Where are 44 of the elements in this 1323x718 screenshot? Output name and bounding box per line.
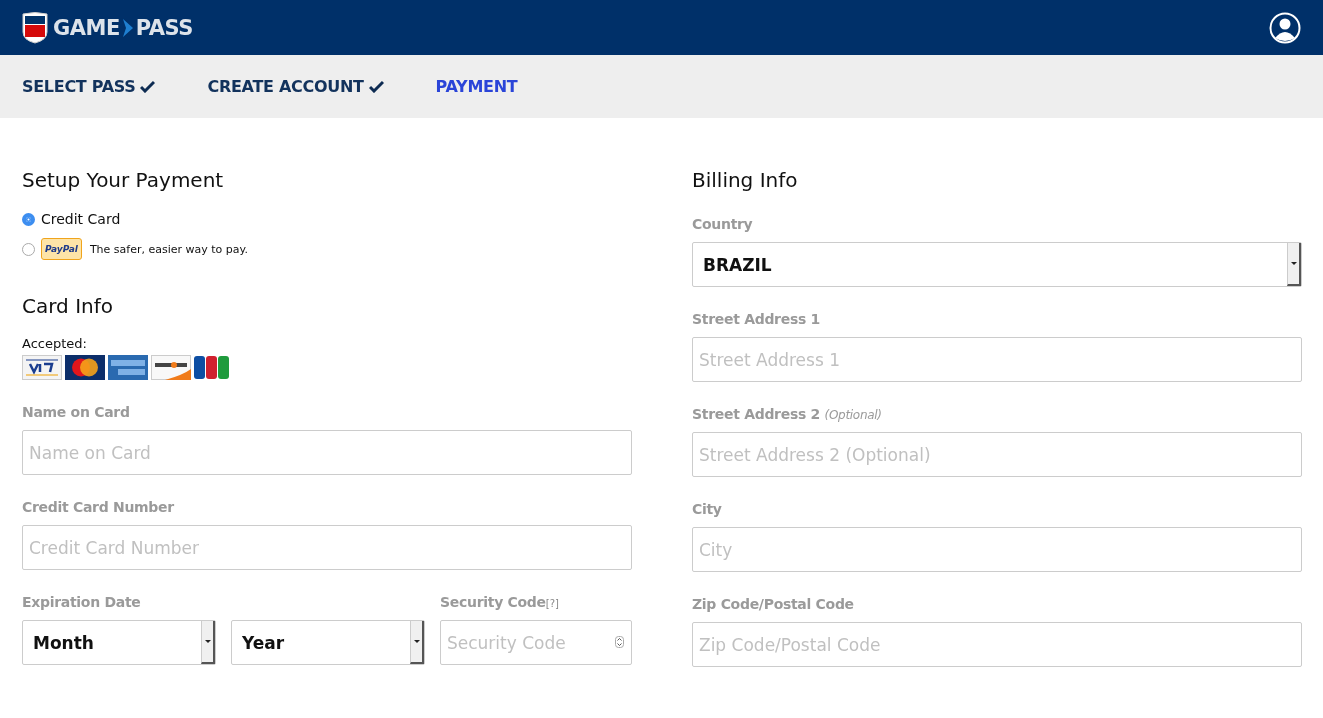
spinner-icon: [615, 636, 624, 648]
step-tab[interactable]: SELECT PASS: [22, 77, 156, 96]
chevron-icon: [122, 18, 133, 37]
step-tab[interactable]: PAYMENT: [435, 77, 518, 96]
shield-icon: [22, 11, 48, 44]
radio-button[interactable]: [22, 212, 35, 226]
field-label: Credit Card Number: [22, 499, 175, 515]
input-field[interactable]: Street Address 1: [692, 337, 1302, 382]
field-label: Street Address 1: [692, 311, 821, 327]
section-title: Setup Your Payment: [22, 168, 225, 192]
input-field[interactable]: Credit Card Number: [22, 525, 632, 570]
section-title: Card Info: [22, 294, 114, 318]
field-label: Zip Code/Postal Code: [692, 596, 855, 612]
field-label: Security Code: [440, 594, 546, 610]
caret-icon: [204, 640, 211, 643]
input-field[interactable]: Security Code: [440, 620, 632, 665]
field-label: City: [692, 501, 723, 517]
dropdown[interactable]: Year: [231, 620, 425, 665]
field-label: Name on Card: [22, 404, 131, 420]
dropdown[interactable]: BRAZIL: [692, 242, 1302, 287]
caret-icon: [1290, 262, 1297, 265]
mastercard-icon: [65, 355, 105, 380]
radio-label: Credit Card: [41, 211, 121, 227]
help-link[interactable]: [?]: [545, 598, 559, 609]
accepted-label: Accepted:: [22, 336, 88, 351]
check-icon: [368, 80, 384, 93]
caret-icon: [413, 640, 420, 643]
input-field[interactable]: Zip Code/Postal Code: [692, 622, 1302, 667]
section-title: Billing Info: [692, 168, 799, 192]
dropdown[interactable]: Month: [22, 620, 216, 665]
field-label: Street Address 2 (Optional): [692, 406, 883, 422]
radio-label: The safer, easier way to pay.: [89, 242, 248, 256]
input-field[interactable]: Name on Card: [22, 430, 632, 475]
step-tab[interactable]: CREATE ACCOUNT: [207, 77, 384, 96]
input-field[interactable]: City: [692, 527, 1302, 572]
input-field[interactable]: Street Address 2 (Optional): [692, 432, 1302, 477]
logo-text: PASS: [135, 15, 193, 40]
field-label: Expiration Date: [22, 594, 142, 610]
paypal-badge: PayPal: [41, 238, 82, 260]
field-label: Country: [692, 216, 754, 232]
check-icon: [140, 80, 156, 93]
radio-button[interactable]: [22, 242, 35, 256]
user-icon[interactable]: [1269, 11, 1301, 44]
logo-text: GAME: [53, 15, 120, 40]
